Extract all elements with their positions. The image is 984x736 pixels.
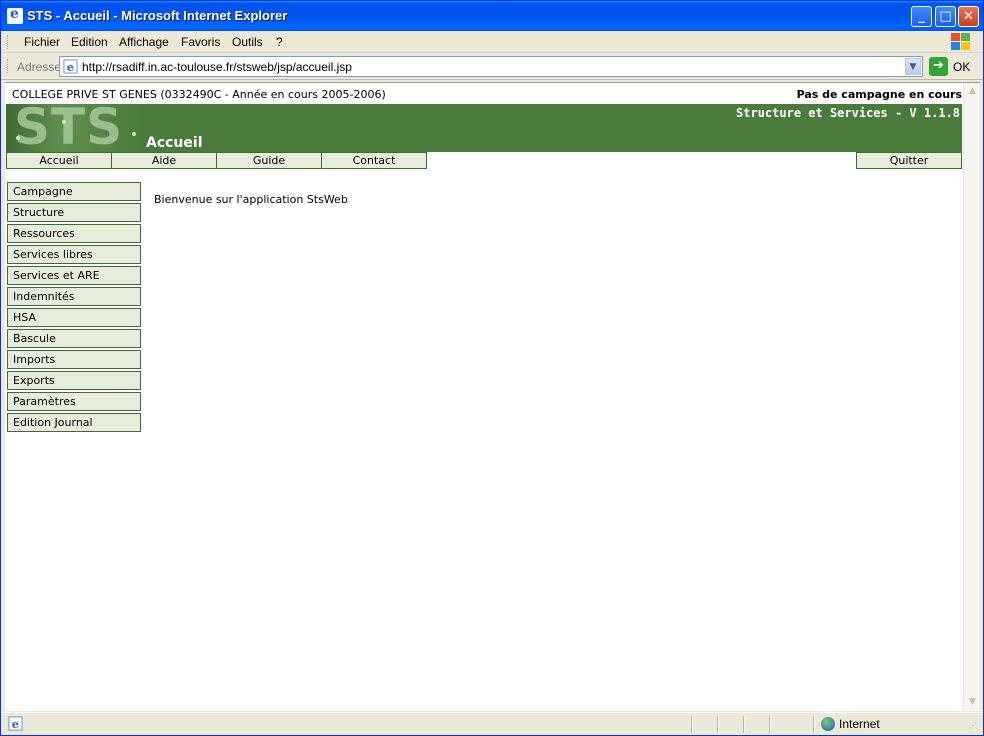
sidebar-item-services-libres[interactable]: Services libres — [7, 245, 141, 264]
campaign-status: Pas de campagne en cours — [796, 88, 962, 101]
toolbar-grip[interactable] — [7, 59, 10, 73]
sidebar-item-parametres[interactable]: Paramètres — [7, 392, 141, 411]
maximize-button[interactable]: □ — [935, 6, 956, 27]
window-title: STS - Accueil - Microsoft Internet Explo… — [27, 8, 288, 23]
nav-quitter[interactable]: Quitter — [856, 152, 962, 169]
svg-text:e: e — [67, 60, 74, 74]
nav-contact[interactable]: Contact — [321, 152, 427, 169]
sidebar-item-imports[interactable]: Imports — [7, 350, 141, 369]
go-button[interactable]: OK — [953, 60, 970, 74]
sidebar-item-exports[interactable]: Exports — [7, 371, 141, 390]
sts-logo: STS — [6, 104, 141, 152]
go-arrow-icon[interactable]: ➔ — [929, 57, 948, 76]
menu-outils[interactable]: Outils — [232, 35, 263, 49]
address-input[interactable]: e http://rsadiff.in.ac-toulouse.fr/stswe… — [59, 56, 923, 77]
menu-fichier[interactable]: Fichier — [24, 35, 60, 49]
close-button[interactable]: ✕ — [958, 6, 979, 27]
vertical-scrollbar[interactable]: ▲ ▼ — [963, 83, 980, 711]
title-bar[interactable]: STS - Accueil - Microsoft Internet Explo… — [1, 1, 983, 31]
menu-bar: Fichier Edition Affichage Favoris Outils… — [1, 31, 983, 53]
sidebar-item-structure[interactable]: Structure — [7, 203, 141, 222]
page-viewport: COLLEGE PRIVE ST GENES (0332490C - Année… — [5, 82, 980, 711]
logo-text: STS — [14, 104, 124, 152]
nav-aide[interactable]: Aide — [111, 152, 217, 169]
address-label: Adresse — [17, 60, 62, 74]
address-bar: Adresse e http://rsadiff.in.ac-toulouse.… — [1, 54, 983, 80]
menu-edition[interactable]: Edition — [71, 35, 108, 49]
address-url: http://rsadiff.in.ac-toulouse.fr/stsweb/… — [82, 60, 352, 74]
sidebar-item-indemnites[interactable]: Indemnités — [7, 287, 141, 306]
menu-help[interactable]: ? — [276, 35, 283, 49]
menu-affichage[interactable]: Affichage — [119, 35, 169, 49]
welcome-message: Bienvenue sur l'application StsWeb — [154, 193, 348, 206]
menu-favoris[interactable]: Favoris — [181, 35, 220, 49]
svg-text:e: e — [12, 717, 19, 731]
minimize-button[interactable]: _ — [911, 6, 932, 27]
page-title: Accueil — [146, 135, 203, 151]
sidebar-item-services-are[interactable]: Services et ARE — [7, 266, 141, 285]
windows-logo-icon — [951, 33, 971, 51]
status-bar: e Internet ⋰ — [1, 712, 983, 735]
resize-grip-icon[interactable]: ⋰ — [969, 721, 979, 731]
nav-accueil[interactable]: Accueil — [6, 152, 112, 169]
scroll-down-icon[interactable]: ▼ — [965, 695, 980, 710]
sidebar-item-bascule[interactable]: Bascule — [7, 329, 141, 348]
app-banner: STS Structure et Services - V 1.1.8 Accu… — [6, 104, 962, 152]
college-info: COLLEGE PRIVE ST GENES (0332490C - Année… — [12, 88, 386, 101]
security-zone: Internet — [839, 717, 880, 731]
sidebar-item-hsa[interactable]: HSA — [7, 308, 141, 327]
sidebar-item-ressources[interactable]: Ressources — [7, 224, 141, 243]
scroll-up-icon[interactable]: ▲ — [965, 84, 980, 99]
globe-icon — [821, 717, 835, 731]
ie-icon — [7, 6, 23, 24]
page-status-icon: e — [8, 716, 23, 731]
sidebar-item-campagne[interactable]: Campagne — [7, 182, 141, 201]
toolbar-grip[interactable] — [7, 35, 10, 49]
ie-window: STS - Accueil - Microsoft Internet Explo… — [0, 0, 984, 736]
chevron-down-icon[interactable]: ▼ — [905, 58, 921, 75]
sidebar-item-edition-journal[interactable]: Edition Journal — [7, 413, 141, 432]
app-version: Structure et Services - V 1.1.8 — [736, 106, 960, 120]
page-icon: e — [63, 59, 78, 74]
nav-guide[interactable]: Guide — [216, 152, 322, 169]
